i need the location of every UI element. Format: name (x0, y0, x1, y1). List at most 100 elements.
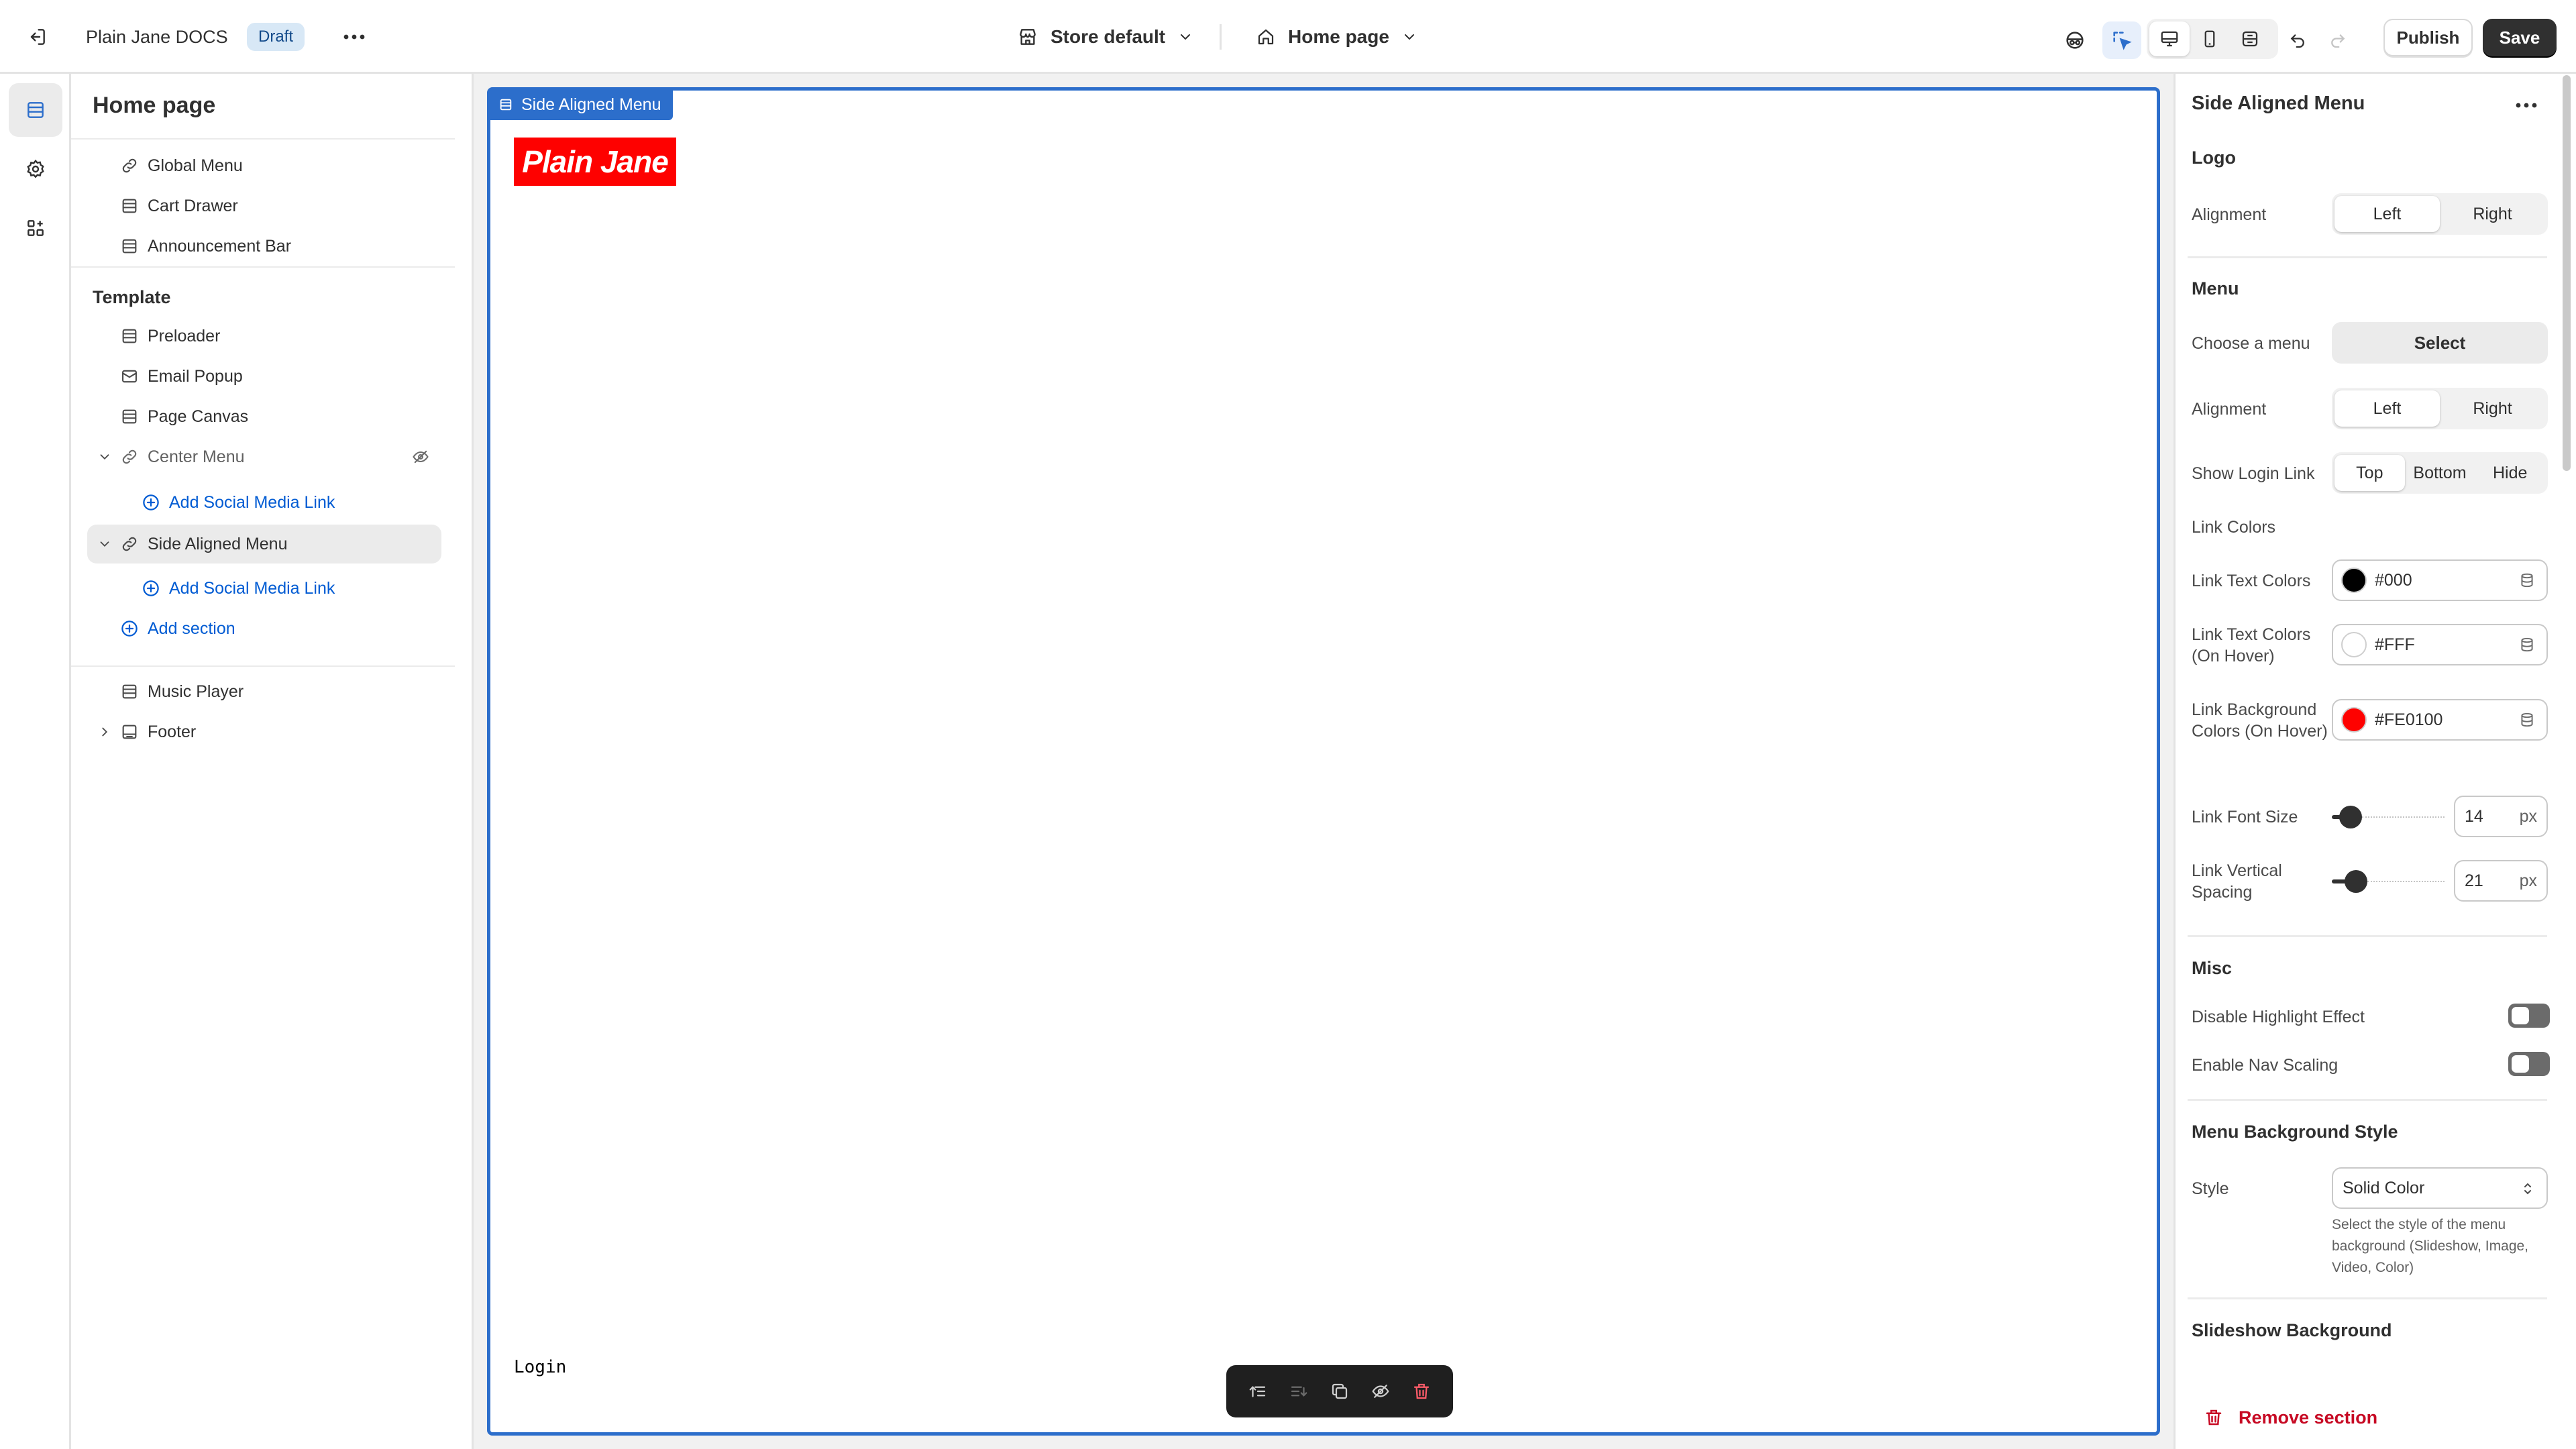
slider-thumb[interactable] (2339, 806, 2362, 828)
save-button[interactable]: Save (2483, 19, 2557, 56)
sidebar-item-page-canvas[interactable]: Page Canvas (87, 397, 441, 436)
inspector-button[interactable] (2102, 21, 2141, 59)
add-section-button[interactable]: Add section (87, 609, 441, 648)
color-swatch[interactable] (2341, 568, 2367, 593)
mobile-view-button[interactable] (2190, 21, 2230, 56)
database-icon[interactable] (2518, 711, 2536, 732)
fullwidth-view-button[interactable] (2230, 21, 2270, 56)
sidebar-item-announcement-bar[interactable]: Announcement Bar (87, 227, 441, 266)
vertical-spacing-value: 21 (2465, 871, 2483, 890)
store-selector-label: Store default (1051, 26, 1166, 47)
sidebar-item-preloader[interactable]: Preloader (87, 317, 441, 356)
link-text-color-field[interactable]: #000 (2332, 559, 2548, 601)
login-link[interactable]: Login (514, 1357, 566, 1377)
footer-icon (118, 720, 141, 743)
style-help-text: Select the style of the menu background … (2332, 1217, 2529, 1275)
panel-more-button[interactable] (2515, 89, 2538, 115)
choose-menu-button[interactable]: Select (2332, 322, 2548, 364)
disable-highlight-toggle[interactable] (2508, 1004, 2550, 1028)
undo-button[interactable] (2278, 21, 2317, 59)
store-selector[interactable]: Store default (1017, 0, 1193, 74)
add-social-media-link-button[interactable]: Add Social Media Link (87, 569, 441, 608)
exit-button[interactable] (20, 0, 54, 74)
store-name: Plain Jane DOCS (86, 26, 228, 47)
menu-align-left-option[interactable]: Left (2334, 390, 2440, 427)
sidebar-item-global-menu[interactable]: Global Menu (87, 146, 441, 185)
sidebar-item-side-aligned-menu[interactable]: Side Aligned Menu (87, 525, 441, 564)
chevron-down-icon[interactable] (97, 536, 113, 552)
move-up-button[interactable] (1241, 1375, 1275, 1408)
link-hover-color-field[interactable]: #FFF (2332, 624, 2548, 665)
remove-section-button[interactable]: Remove section (2176, 1386, 2576, 1449)
link-bg-color-field[interactable]: #FE0100 (2332, 699, 2548, 741)
page-selector[interactable]: Home page (1256, 0, 1417, 74)
vertical-spacing-label: Link Vertical Spacing (2192, 861, 2282, 902)
sidebar-item-label: Footer (148, 722, 197, 741)
section-icon (118, 235, 141, 258)
sidebar-item-music-player[interactable]: Music Player (87, 672, 441, 711)
exit-icon (30, 29, 45, 45)
unit-label: px (2519, 806, 2537, 826)
style-select[interactable]: Solid Color (2332, 1167, 2548, 1209)
sections-nav-button[interactable] (9, 83, 62, 137)
sidebar-item-label: Music Player (148, 682, 244, 701)
desktop-view-button[interactable] (2149, 21, 2190, 56)
selected-section-tag[interactable]: Side Aligned Menu (489, 89, 674, 120)
add-social-media-link-button[interactable]: Add Social Media Link (87, 483, 441, 522)
logo-align-left-option[interactable]: Left (2334, 196, 2440, 232)
login-bottom-option[interactable]: Bottom (2405, 455, 2475, 491)
sidebar-item-center-menu[interactable]: Center Menu (87, 437, 441, 476)
section-icon (118, 405, 141, 428)
menu-align-right-option[interactable]: Right (2440, 390, 2545, 427)
more-actions-button[interactable] (339, 0, 369, 74)
divider (2188, 1297, 2547, 1299)
section-tag-label: Side Aligned Menu (521, 95, 661, 114)
plus-circle-icon (140, 577, 162, 600)
sidebar-item-footer[interactable]: Footer (87, 712, 441, 751)
sidebar-item-email-popup[interactable]: Email Popup (87, 357, 441, 396)
site-logo[interactable]: Plain Jane (514, 138, 676, 186)
slider-track (2362, 816, 2445, 818)
panel-scrollbar[interactable] (2563, 75, 2571, 471)
font-size-input[interactable]: 14 px (2454, 796, 2548, 837)
move-down-button[interactable] (1282, 1375, 1316, 1408)
vertical-spacing-slider[interactable] (2332, 868, 2445, 895)
toggle-knob (2512, 1055, 2529, 1073)
duplicate-button[interactable] (1323, 1375, 1356, 1408)
home-icon (1258, 29, 1274, 45)
sidebar-item-label: Global Menu (148, 156, 243, 175)
color-swatch[interactable] (2341, 632, 2367, 657)
enable-nav-scaling-label: Enable Nav Scaling (2192, 1056, 2339, 1075)
divider (71, 138, 455, 140)
login-hide-option[interactable]: Hide (2475, 455, 2545, 491)
color-value: #FE0100 (2375, 710, 2443, 729)
preview-button[interactable] (2055, 21, 2094, 59)
eye-hidden-icon[interactable] (409, 445, 432, 468)
chevron-right-icon[interactable] (97, 724, 113, 740)
settings-nav-button[interactable] (9, 142, 62, 196)
logo-alignment-control: Left Right (2332, 193, 2548, 235)
redo-button[interactable] (2318, 21, 2357, 59)
database-icon[interactable] (2518, 572, 2536, 592)
chevron-down-icon[interactable] (97, 449, 113, 465)
apps-nav-button[interactable] (9, 201, 62, 255)
publish-button[interactable]: Publish (2383, 19, 2473, 56)
apps-icon (28, 220, 44, 236)
preview-area: Side Aligned Menu Plain Jane Login (474, 74, 2174, 1449)
logo-align-right-option[interactable]: Right (2440, 196, 2545, 232)
database-icon[interactable] (2518, 636, 2536, 657)
enable-nav-scaling-toggle[interactable] (2508, 1052, 2550, 1076)
delete-section-button[interactable] (1405, 1375, 1438, 1408)
slider-thumb[interactable] (2345, 870, 2367, 893)
color-swatch[interactable] (2341, 707, 2367, 733)
hide-section-button[interactable] (1364, 1375, 1397, 1408)
preview-canvas[interactable]: Side Aligned Menu Plain Jane Login (487, 87, 2160, 1436)
link-bg-colors-label: Link Background Colors (On Hover) (2192, 700, 2328, 741)
sidebar-item-cart-drawer[interactable]: Cart Drawer (87, 186, 441, 225)
vertical-spacing-input[interactable]: 21 px (2454, 860, 2548, 902)
section-floating-toolbar (1226, 1365, 1453, 1417)
login-top-option[interactable]: Top (2334, 455, 2405, 491)
font-size-slider[interactable] (2332, 804, 2445, 830)
sidebar-item-label: Page Canvas (148, 407, 249, 426)
bg-style-section-heading: Menu Background Style (2192, 1122, 2398, 1142)
